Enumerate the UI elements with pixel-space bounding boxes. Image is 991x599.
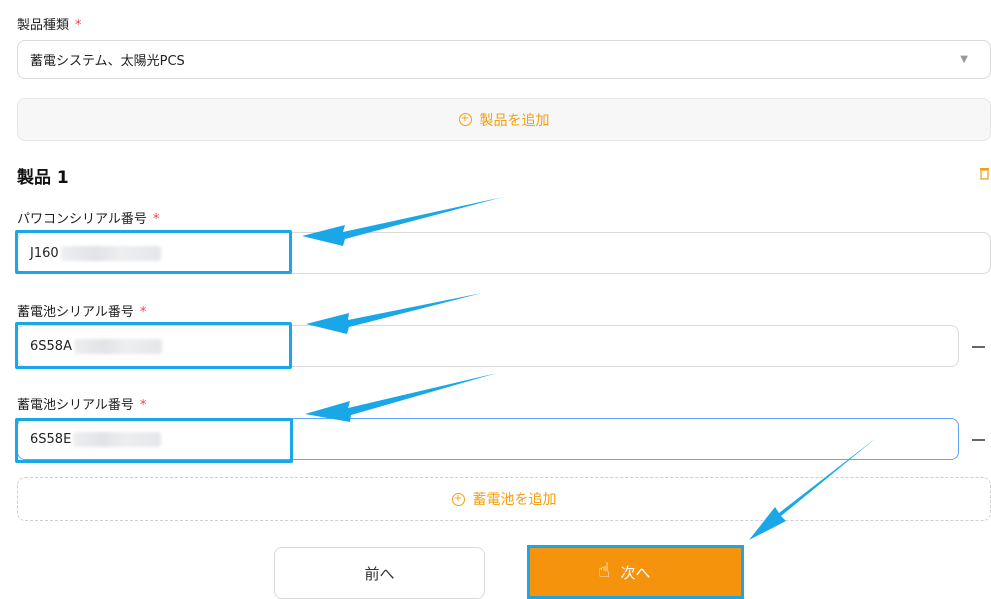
arrow-icon [749, 438, 876, 540]
arrow-icon [305, 373, 497, 422]
arrow-icon [302, 197, 503, 246]
arrow-icon [306, 293, 482, 334]
annotation-arrows [302, 197, 876, 540]
